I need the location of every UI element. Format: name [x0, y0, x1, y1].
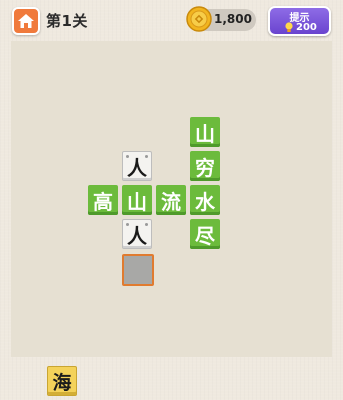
grid-tile[interactable]: 流: [156, 185, 186, 215]
grid-tile[interactable]: 人: [122, 219, 152, 249]
game-board: 山 穷 人 高 山 流 水 尽 人: [11, 41, 332, 357]
level-title: 第1关: [46, 12, 88, 30]
grid-tile[interactable]: 高: [88, 185, 118, 215]
grid-tile[interactable]: 水: [190, 185, 220, 215]
hint-button[interactable]: 提示 200: [268, 6, 331, 36]
home-icon: [18, 14, 34, 28]
tile-char: 人: [127, 155, 147, 180]
grid-tile[interactable]: 山: [122, 185, 152, 215]
empty-answer-slot[interactable]: [122, 254, 154, 286]
grid-tile[interactable]: 山: [190, 117, 220, 147]
grid-tile[interactable]: 尽: [190, 219, 220, 249]
char-bank-tile[interactable]: 海: [47, 366, 77, 396]
home-button[interactable]: [12, 7, 40, 35]
coin-value: 1,800: [214, 12, 252, 26]
grid-tile[interactable]: 人: [122, 151, 152, 181]
lightbulb-icon: [285, 22, 293, 32]
coin-icon: [186, 6, 212, 32]
hint-cost: 200: [296, 22, 317, 33]
grid-tile[interactable]: 穷: [190, 151, 220, 181]
tile-char: 人: [127, 223, 147, 248]
